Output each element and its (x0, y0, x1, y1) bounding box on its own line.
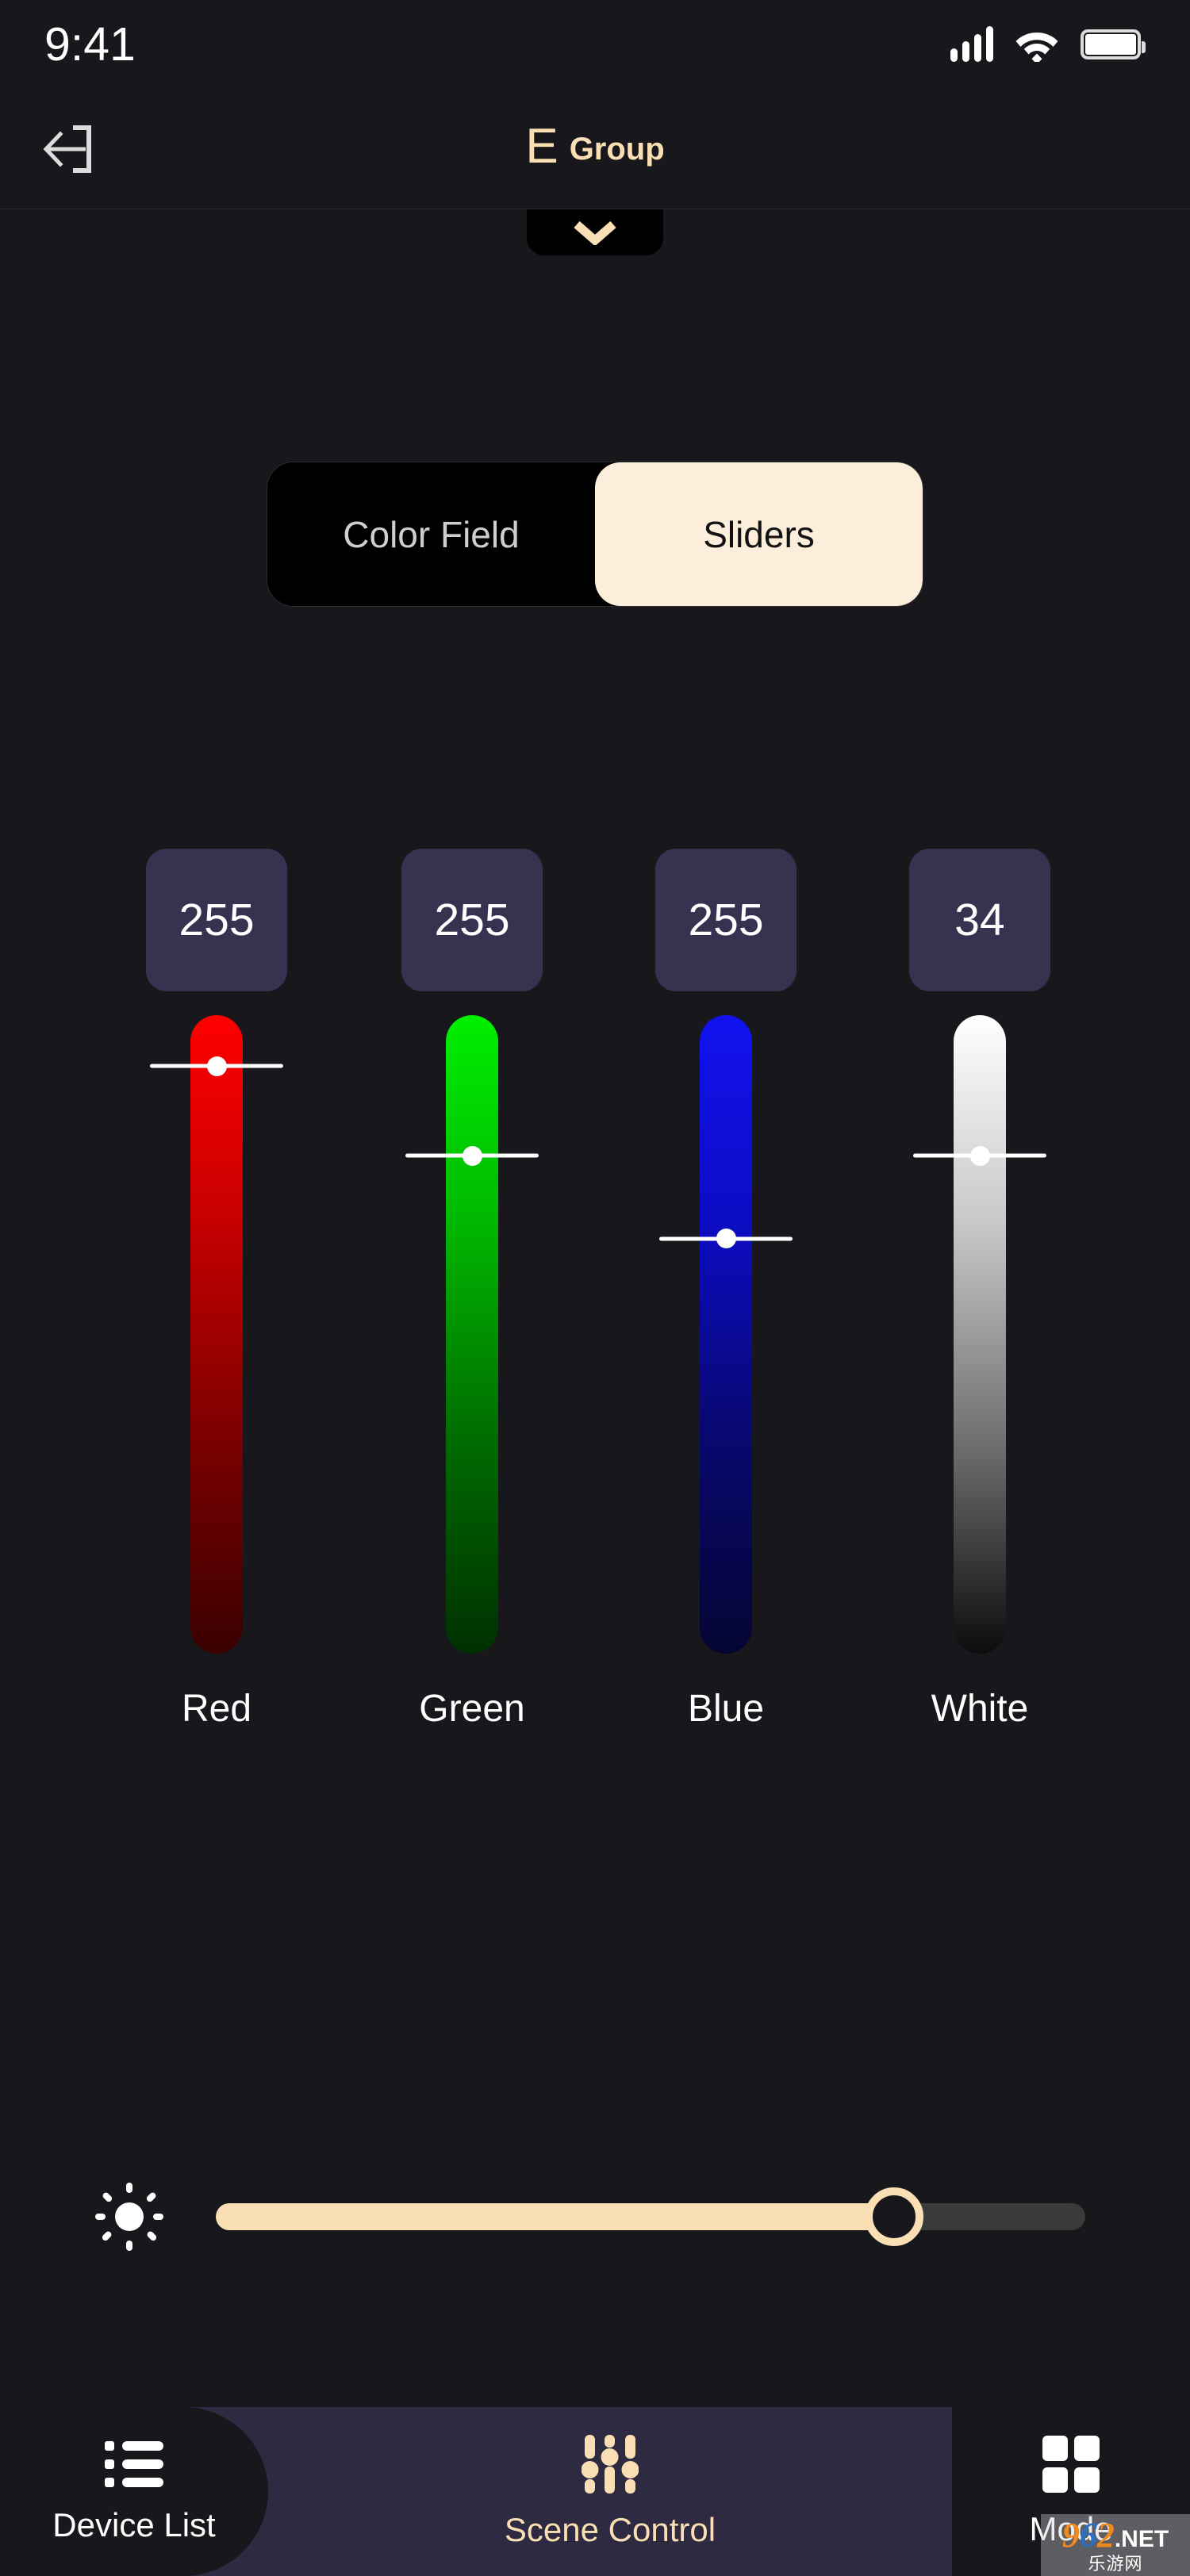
brightness-slider-fill (216, 2203, 894, 2230)
nav-label-device-list: Device List (52, 2505, 216, 2543)
watermark-digit-9: 9 (1061, 2515, 1080, 2555)
chevron-down-icon (574, 220, 616, 245)
value-chip-green[interactable]: 255 (401, 849, 543, 991)
nav-item-device-list[interactable]: Device List (0, 2407, 268, 2576)
sheet-collapse-handle[interactable] (527, 209, 663, 255)
battery-full-icon (1081, 29, 1146, 59)
slider-thumb-blue[interactable] (659, 1227, 793, 1251)
grid-icon (1042, 2435, 1100, 2493)
status-time: 9:41 (44, 18, 136, 71)
value-chip-blue[interactable]: 255 (655, 849, 797, 991)
nav-label-scene-control: Scene Control (504, 2510, 716, 2548)
app-header: E Group (0, 89, 1190, 209)
value-chip-white[interactable]: 34 (909, 849, 1050, 991)
watermark-chinese: 乐游网 (1088, 2553, 1143, 2574)
page-title-letter: E (525, 119, 559, 174)
brightness-slider-track[interactable] (216, 2187, 1085, 2246)
tab-sliders[interactable]: Sliders (595, 462, 923, 606)
channel-blue: 255 Blue (654, 849, 797, 1731)
equalizer-icon (582, 2434, 639, 2494)
wifi-icon (1015, 33, 1058, 62)
watermark-digit-6: 6 (1079, 2515, 1097, 2555)
cellular-signal-icon (950, 26, 993, 62)
rgbw-slider-group: 255 Red 255 Green 255 Blue 34 White (0, 849, 1190, 1784)
slider-thumb-white[interactable] (913, 1144, 1046, 1167)
slider-track-white[interactable] (908, 1015, 1051, 1654)
channel-label-white: White (931, 1688, 1029, 1730)
slider-thumb-green[interactable] (405, 1144, 539, 1167)
slider-track-green[interactable] (401, 1015, 543, 1654)
value-chip-red[interactable]: 255 (146, 849, 287, 991)
brightness-sun-icon (95, 2183, 163, 2251)
channel-label-red: Red (181, 1688, 252, 1730)
channel-red: 255 Red (145, 849, 288, 1731)
channel-label-blue: Blue (687, 1688, 765, 1730)
brightness-row (0, 2169, 1190, 2264)
slider-track-red[interactable] (145, 1015, 288, 1654)
channel-white: 34 White (908, 849, 1051, 1731)
page-title: E Group (0, 89, 1190, 209)
slider-track-blue[interactable] (654, 1015, 797, 1654)
status-icons (950, 26, 1146, 62)
bottom-navigation: Device List Scene Control Mode (0, 2407, 1190, 2576)
channel-green: 255 Green (401, 849, 543, 1731)
list-icon (105, 2440, 163, 2487)
app-screen: 9:41 E Group Color Field Sliders 255 Red… (0, 0, 1190, 2576)
page-title-text: Group (569, 132, 665, 167)
watermark-net: .NET (1114, 2525, 1169, 2552)
tab-color-field[interactable]: Color Field (267, 462, 595, 606)
nav-item-scene-control[interactable]: Scene Control (268, 2407, 952, 2576)
view-mode-segmented-control[interactable]: Color Field Sliders (267, 462, 923, 607)
channel-label-green: Green (419, 1688, 525, 1730)
slider-thumb-red[interactable] (150, 1054, 283, 1078)
site-watermark: 9 6 2 .NET 乐游网 (1041, 2514, 1190, 2576)
status-bar: 9:41 (0, 0, 1190, 89)
watermark-digit-2: 2 (1096, 2515, 1115, 2555)
brightness-slider-thumb[interactable] (864, 2187, 923, 2246)
